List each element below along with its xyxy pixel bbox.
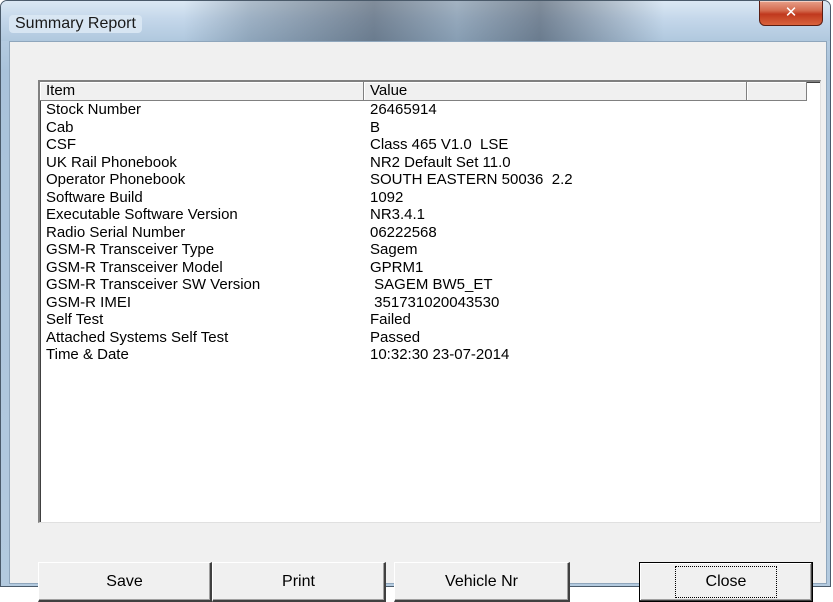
row-value: SAGEM BW5_ET [370, 276, 493, 293]
list-rows: Stock Number 26465914 Cab B CSF Class 465 V1.… [40, 101, 820, 364]
row-value: B [370, 118, 381, 136]
dialog-client-area: Item Value Stock Number 26465914 Cab B CSF Cl… [9, 41, 827, 602]
column-header-extra[interactable] [747, 82, 807, 101]
save-button-label: Save [106, 572, 143, 590]
list-header: Item Value [40, 82, 820, 101]
row-value: 351731020043530 [370, 293, 500, 311]
save-button[interactable]: Save [38, 562, 212, 602]
list-item[interactable]: Attached Systems Self Test Passed [40, 329, 820, 347]
list-item[interactable]: Stock Number 26465914 [40, 101, 820, 119]
row-value: Passed [370, 328, 421, 346]
row-item-label: GSM-R Transceiver Model [46, 258, 223, 276]
row-value: SOUTH EASTERN 50036 2.2 [370, 171, 573, 188]
vehicle-nr-button-label: Vehicle Nr [445, 572, 518, 590]
row-value: 10:32:30 23-07-2014 [370, 346, 510, 363]
list-item[interactable]: GSM-R Transceiver Model GPRM1 [40, 259, 820, 277]
row-value: GPRM1 [370, 258, 424, 276]
summary-list-view[interactable]: Item Value Stock Number 26465914 Cab B CSF Cl… [38, 80, 821, 523]
list-item[interactable]: Operator Phonebook SOUTH EASTERN 50036 2.… [40, 171, 820, 189]
list-item[interactable]: Self Test Failed [40, 311, 820, 329]
close-button[interactable]: Close [639, 562, 813, 602]
row-item-label: Software Build [46, 188, 143, 206]
row-item-label: CSF [46, 136, 76, 153]
list-item[interactable]: Executable Software Version NR3.4.1 [40, 206, 820, 224]
list-item[interactable]: GSM-R Transceiver SW Version SAGEM BW5_E… [40, 276, 820, 294]
row-item-label: Attached Systems Self Test [46, 328, 229, 346]
print-button-label: Print [282, 572, 315, 590]
row-item-label: Executable Software Version [46, 206, 238, 223]
print-button[interactable]: Print [212, 562, 386, 602]
list-item[interactable]: Software Build 1092 [40, 189, 820, 207]
window-title: Summary Report [9, 15, 142, 33]
close-button-label: Close [674, 566, 778, 598]
title-bar[interactable]: Summary Report ✕ [1, 1, 830, 41]
row-value: NR2 Default Set 11.0 [370, 153, 511, 171]
list-item[interactable]: GSM-R Transceiver Type Sagem [40, 241, 820, 259]
row-item-label: GSM-R IMEI [46, 293, 131, 311]
row-value: 06222568 [370, 223, 437, 241]
close-window-icon[interactable]: ✕ [759, 1, 823, 26]
list-item[interactable]: CSF Class 465 V1.0 LSE [40, 136, 820, 154]
row-item-label: Stock Number [46, 101, 142, 118]
row-value: 26465914 [370, 101, 437, 118]
list-item[interactable]: Cab B [40, 119, 820, 137]
row-value: 1092 [370, 188, 404, 206]
summary-report-window: Summary Report ✕ Item Value Stock Number… [0, 0, 831, 602]
row-value: Failed [370, 311, 411, 328]
row-value: Sagem [370, 241, 418, 258]
row-item-label: GSM-R Transceiver SW Version [46, 276, 261, 293]
row-item-label: Time & Date [46, 346, 129, 363]
row-item-label: Cab [46, 118, 74, 136]
vehicle-nr-button[interactable]: Vehicle Nr [394, 562, 570, 602]
list-item[interactable]: Radio Serial Number 06222568 [40, 224, 820, 242]
row-value: NR3.4.1 [370, 206, 426, 223]
list-item[interactable]: GSM-R IMEI 351731020043530 [40, 294, 820, 312]
list-item[interactable]: UK Rail Phonebook NR2 Default Set 11.0 [40, 154, 820, 172]
row-item-label: Radio Serial Number [46, 223, 186, 241]
row-item-label: GSM-R Transceiver Type [46, 241, 215, 258]
row-item-label: Self Test [46, 311, 104, 328]
row-value: Class 465 V1.0 LSE [370, 136, 509, 153]
column-header-item[interactable]: Item [40, 82, 364, 101]
list-item[interactable]: Time & Date 10:32:30 23-07-2014 [40, 346, 820, 364]
row-item-label: UK Rail Phonebook [46, 153, 177, 171]
column-header-value[interactable]: Value [364, 82, 747, 101]
row-item-label: Operator Phonebook [46, 171, 186, 188]
